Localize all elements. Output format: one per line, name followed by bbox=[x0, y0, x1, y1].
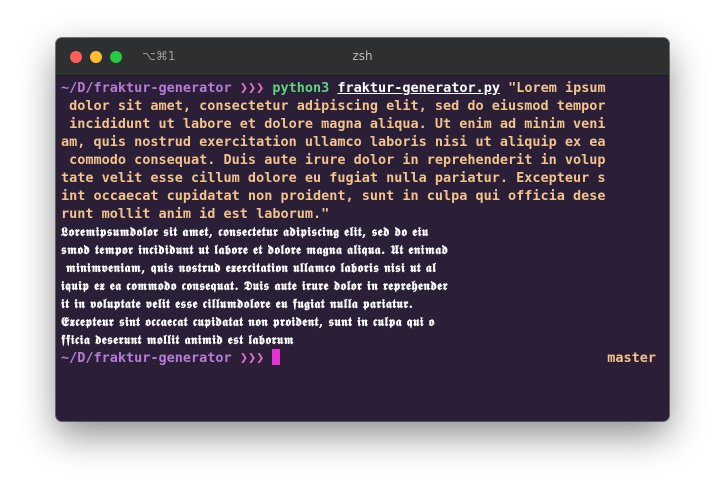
command-argument-line: incididunt ut labore et dolore magna ali… bbox=[61, 116, 606, 132]
fraktur-output-line: 𝕷𝖔𝖗𝖊𝖒𝖎𝖕𝖘𝖚𝖒𝖉𝖔𝖑𝖔𝖗 𝖘𝖎𝖙 𝖆𝖒𝖊𝖙, 𝖈𝖔𝖓𝖘𝖊𝖈𝖙𝖊𝖙𝖚𝖗 𝖆𝖉… bbox=[61, 224, 429, 239]
fraktur-output-line: 𝕰𝖝𝖈𝖊𝖕𝖙𝖊𝖚𝖗 𝖘𝖎𝖓𝖙 𝖔𝖈𝖈𝖆𝖊𝖈𝖆𝖙 𝖈𝖚𝖕𝖎𝖉𝖆𝖙𝖆𝖙 𝖓𝖔𝖓 𝖕𝖗… bbox=[61, 314, 435, 329]
command-argument-line: tate velit esse cillum dolore eu fugiat … bbox=[61, 170, 606, 186]
command-program: python3 bbox=[272, 80, 330, 96]
fraktur-output-line: 𝖒𝖎𝖓𝖎𝖒𝖛𝖊𝖓𝖎𝖆𝖒, 𝖖𝖚𝖎𝖘 𝖓𝖔𝖘𝖙𝖗𝖚𝖉 𝖊𝖝𝖊𝖗𝖈𝖎𝖙𝖆𝖙𝖎𝖔𝖓 𝖚… bbox=[61, 260, 437, 275]
prompt-path: ~/D/fraktur-generator bbox=[61, 350, 232, 366]
command-argument-line: dolor sit amet, consectetur adipiscing e… bbox=[61, 98, 606, 114]
prompt-arrows: ❯❯❯ bbox=[239, 80, 265, 96]
terminal-window[interactable]: ⌥⌘1 zsh ~/D/fraktur-generator ❯❯❯ python… bbox=[56, 38, 669, 421]
command-script[interactable]: fraktur-generator.py bbox=[337, 80, 500, 96]
title-bar[interactable]: ⌥⌘1 zsh bbox=[56, 38, 669, 76]
fraktur-output-line: 𝖋𝖋𝖎𝖈𝖎𝖆 𝖉𝖊𝖘𝖊𝖗𝖚𝖓𝖙 𝖒𝖔𝖑𝖑𝖎𝖙 𝖆𝖓𝖎𝖒𝖎𝖉 𝖊𝖘𝖙 𝖑𝖆𝖇𝖔𝖗𝖚… bbox=[61, 332, 294, 347]
prompt-path: ~/D/fraktur-generator bbox=[61, 80, 232, 96]
window-title: zsh bbox=[352, 49, 373, 63]
prompt-arrows: ❯❯❯ bbox=[239, 350, 265, 366]
fraktur-output-line: 𝖎𝖖𝖚𝖎𝖕 𝖊𝖝 𝖊𝖆 𝖈𝖔𝖒𝖒𝖔𝖉𝖔 𝖈𝖔𝖓𝖘𝖊𝖖𝖚𝖆𝖙. 𝕯𝖚𝖎𝖘 𝖆𝖚𝖙𝖊… bbox=[61, 278, 448, 293]
command-argument-line: commodo consequat. Duis aute irure dolor… bbox=[61, 152, 606, 168]
command-argument-line: runt mollit anim id est laborum." bbox=[61, 206, 330, 222]
prompt-line[interactable]: ~/D/fraktur-generator ❯❯❯ master bbox=[61, 349, 666, 367]
terminal-content[interactable]: ~/D/fraktur-generator ❯❯❯ python3 fraktu… bbox=[61, 79, 666, 367]
command-argument-line: "Lorem ipsum bbox=[508, 80, 606, 96]
command-line: ~/D/fraktur-generator ❯❯❯ python3 fraktu… bbox=[61, 79, 666, 97]
command-argument-line: am, quis nostrud exercitation ullamco la… bbox=[61, 134, 606, 150]
command-argument-line: int occaecat cupidatat non proident, sun… bbox=[61, 188, 606, 204]
fraktur-output-line: 𝖘𝖒𝖔𝖉 𝖙𝖊𝖒𝖕𝖔𝖗 𝖎𝖓𝖈𝖎𝖉𝖎𝖉𝖚𝖓𝖙 𝖚𝖙 𝖑𝖆𝖇𝖔𝖗𝖊 𝖊𝖙 𝖉𝖔𝖑𝖔… bbox=[61, 242, 449, 257]
text-cursor bbox=[272, 349, 281, 365]
fraktur-output-line: 𝖎𝖙 𝖎𝖓 𝖛𝖔𝖑𝖚𝖕𝖙𝖆𝖙𝖊 𝖛𝖊𝖑𝖎𝖙 𝖊𝖘𝖘𝖊 𝖈𝖎𝖑𝖑𝖚𝖒𝖉𝖔𝖑𝖔𝖗𝖊 … bbox=[61, 296, 414, 311]
git-branch: master bbox=[607, 350, 656, 366]
